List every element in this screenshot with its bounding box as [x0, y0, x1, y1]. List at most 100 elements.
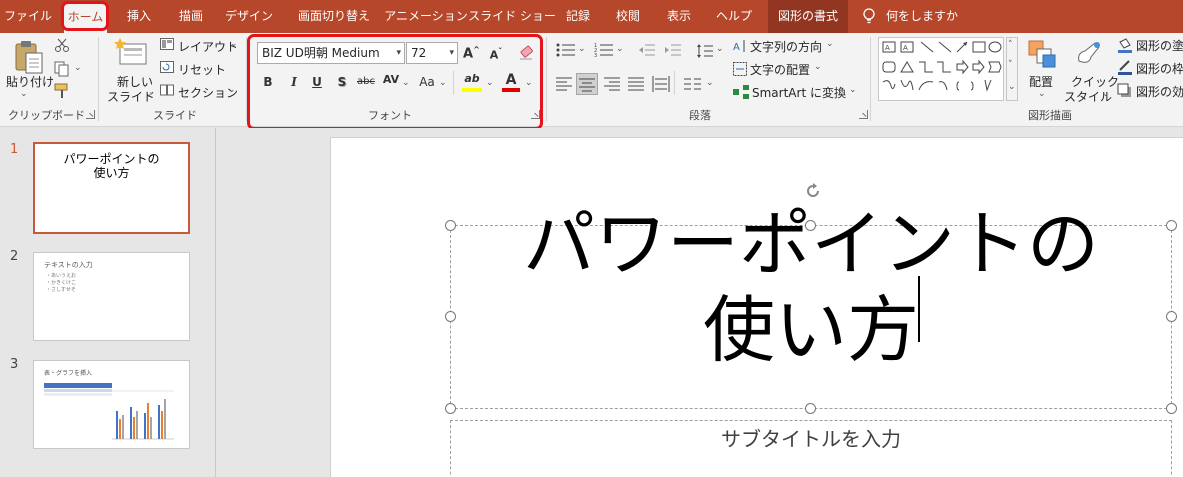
underline-button[interactable]: U: [310, 75, 324, 89]
text-direction-button[interactable]: 文字列の方向: [750, 38, 822, 55]
quick-styles-icon[interactable]: [1075, 39, 1103, 69]
title-placeholder[interactable]: パワーポイントの 使い方: [450, 202, 1172, 409]
new-slide-icon[interactable]: [114, 38, 148, 68]
chevron-down-icon[interactable]: ⌄: [849, 85, 857, 95]
cut-icon[interactable]: [54, 38, 70, 52]
font-color-button[interactable]: A: [503, 72, 519, 88]
slide-thumbnail-1[interactable]: パワーポイントの 使い方: [33, 142, 190, 234]
change-case-button[interactable]: Aa: [417, 75, 437, 89]
font-name-combo[interactable]: BIZ UD明朝 Medium ▾: [257, 42, 405, 64]
align-left-icon[interactable]: [556, 77, 572, 91]
tab-slideshow[interactable]: スライド ショー: [468, 0, 556, 33]
tab-shape-format[interactable]: 図形の書式: [768, 0, 848, 33]
text-shadow-button[interactable]: S: [335, 75, 349, 89]
slide-subtitle[interactable]: サブタイトルを入力: [451, 423, 1171, 452]
paste-icon[interactable]: [14, 39, 44, 75]
tab-file[interactable]: ファイル: [0, 0, 56, 33]
resize-handle[interactable]: [445, 403, 456, 414]
chevron-down-icon[interactable]: ⌄: [74, 63, 82, 73]
resize-handle[interactable]: [445, 220, 456, 231]
bullets-icon[interactable]: [556, 43, 576, 57]
strikethrough-button[interactable]: abc: [356, 76, 376, 87]
align-center-button[interactable]: [576, 73, 598, 95]
slide-thumbnail-3[interactable]: 表・グラフを挿入: [33, 360, 190, 449]
group-separator: [98, 37, 99, 121]
chevron-down-icon[interactable]: ⌄: [706, 78, 714, 88]
arrange-icon[interactable]: [1027, 39, 1057, 69]
convert-to-smartart-button[interactable]: SmartArt に変換: [752, 84, 846, 101]
tab-design[interactable]: デザイン: [218, 0, 280, 33]
resize-handle[interactable]: [805, 220, 816, 231]
chevron-down-icon[interactable]: ⌄: [814, 62, 822, 72]
tab-animations[interactable]: アニメーション: [382, 0, 470, 33]
resize-handle[interactable]: [1166, 311, 1177, 322]
distributed-icon[interactable]: [652, 76, 670, 92]
copy-icon[interactable]: [54, 61, 70, 77]
shape-outline-button[interactable]: 図形の枠: [1136, 60, 1183, 77]
tab-insert[interactable]: 挿入: [115, 0, 163, 33]
tab-record[interactable]: 記録: [558, 0, 598, 33]
resize-handle[interactable]: [805, 403, 816, 414]
paste-button[interactable]: 貼り付け: [6, 73, 54, 90]
chevron-down-icon[interactable]: ⌄: [1038, 89, 1046, 99]
shapes-gallery-scrollbar[interactable]: ˄ ˅ ⌄: [1006, 37, 1018, 101]
chevron-down-icon[interactable]: ⌄: [145, 89, 153, 99]
chevron-down-icon[interactable]: ⌄: [716, 44, 724, 54]
line-spacing-icon[interactable]: [696, 43, 714, 59]
tab-draw[interactable]: 描画: [166, 0, 216, 33]
tab-home[interactable]: ホーム: [64, 3, 107, 33]
columns-icon[interactable]: [684, 77, 702, 91]
highlight-button[interactable]: ab: [463, 72, 481, 85]
chevron-down-icon[interactable]: ⌄: [228, 85, 236, 95]
chevron-down-icon[interactable]: ⌄: [486, 78, 494, 88]
clear-formatting-icon[interactable]: [518, 43, 536, 61]
rotate-handle-icon[interactable]: [804, 182, 822, 200]
chevron-down-icon[interactable]: ⌄: [402, 78, 410, 88]
chevron-down-icon[interactable]: ˅: [1008, 60, 1013, 70]
bold-button[interactable]: B: [261, 75, 275, 89]
clipboard-launcher-icon[interactable]: [86, 110, 95, 119]
font-launcher-icon[interactable]: [531, 110, 540, 119]
tell-me-search[interactable]: 何をしますか: [886, 0, 966, 33]
grow-font-button[interactable]: A^: [463, 45, 480, 61]
resize-handle[interactable]: [445, 311, 456, 322]
arrange-button[interactable]: 配置: [1029, 73, 1053, 90]
resize-handle[interactable]: [1166, 403, 1177, 414]
shape-fill-button[interactable]: 図形の塗: [1136, 37, 1183, 54]
decrease-indent-icon[interactable]: [638, 43, 656, 57]
chevron-down-icon[interactable]: ⌄: [578, 44, 586, 54]
more-icon[interactable]: ⌄: [1008, 82, 1016, 92]
chevron-down-icon[interactable]: ⌄: [20, 89, 28, 99]
numbering-icon[interactable]: 123: [594, 43, 614, 57]
format-painter-icon[interactable]: [54, 83, 72, 99]
slide-thumbnail-2[interactable]: テキストの入力 ・あいうえお ・かきくけこ ・さしすせそ: [33, 252, 190, 341]
chevron-down-icon[interactable]: ▾: [396, 43, 401, 63]
resize-handle[interactable]: [1166, 220, 1177, 231]
font-size-combo[interactable]: 72 ▾: [406, 42, 458, 64]
chevron-down-icon[interactable]: ⌄: [230, 39, 238, 49]
justify-icon[interactable]: [628, 77, 644, 91]
character-spacing-button[interactable]: AV: [381, 73, 401, 86]
shape-effects-button[interactable]: 図形の効: [1136, 83, 1183, 100]
subtitle-placeholder[interactable]: サブタイトルを入力: [450, 420, 1172, 477]
chevron-down-icon[interactable]: ⌄: [439, 78, 447, 88]
tab-view[interactable]: 表示: [656, 0, 702, 33]
align-text-button[interactable]: 文字の配置: [750, 61, 810, 78]
tab-review[interactable]: 校閲: [606, 0, 650, 33]
chevron-down-icon[interactable]: ⌄: [525, 78, 533, 88]
chevron-down-icon[interactable]: ⌄: [1102, 89, 1110, 99]
tab-help[interactable]: ヘルプ: [708, 0, 760, 33]
italic-button[interactable]: I: [287, 75, 301, 89]
chevron-up-icon[interactable]: ˄: [1008, 40, 1013, 50]
paragraph-launcher-icon[interactable]: [859, 110, 868, 119]
chevron-down-icon[interactable]: ▾: [449, 43, 454, 63]
tab-transitions[interactable]: 画面切り替え: [286, 0, 382, 33]
chevron-down-icon[interactable]: ⌄: [616, 44, 624, 54]
reset-button[interactable]: リセット: [178, 61, 226, 78]
chevron-down-icon[interactable]: ⌄: [826, 39, 834, 49]
increase-indent-icon[interactable]: [664, 43, 682, 57]
align-right-icon[interactable]: [604, 77, 620, 91]
shapes-gallery[interactable]: A A: [878, 37, 1004, 101]
shrink-font-button[interactable]: Aˇ: [488, 47, 504, 62]
layout-button[interactable]: レイアウト: [178, 38, 238, 55]
